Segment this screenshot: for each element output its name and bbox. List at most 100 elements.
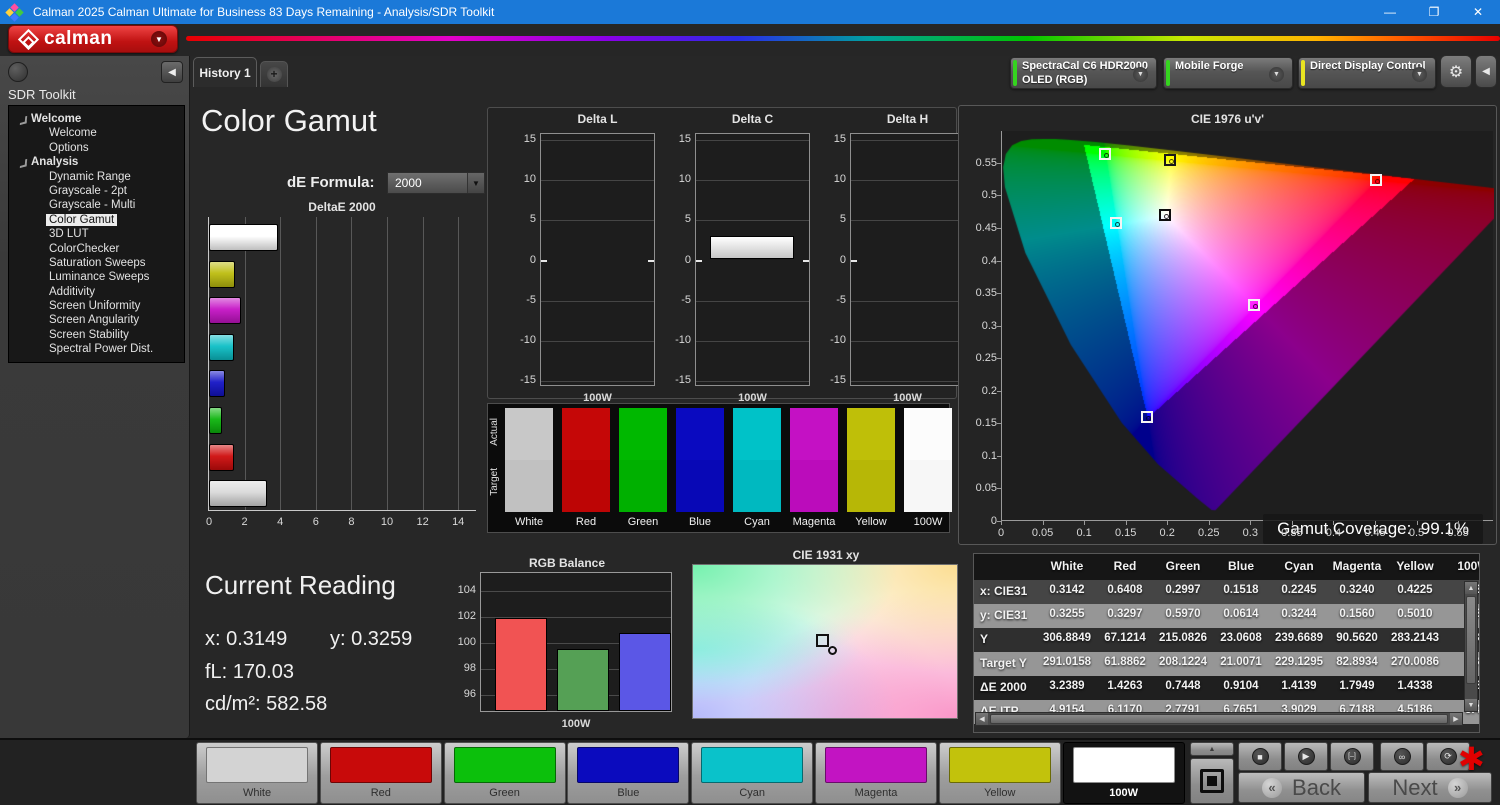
sidebar-item-options[interactable]: Options [9,141,184,155]
panel-collapse-button[interactable]: ◀ [1475,55,1497,88]
x-tick-label: 0.45 [1364,527,1386,539]
single-read-icon: [–] [1343,748,1361,765]
gridline [541,180,654,182]
patch-button-blue[interactable]: Blue [567,742,690,804]
scroll-right-arrow-icon[interactable]: ▶ [1450,713,1462,725]
y-tick-label: 0 [529,253,536,266]
swatch-target [847,460,895,512]
scroll-down-arrow-icon[interactable]: ▼ [1465,699,1477,711]
restore-button[interactable]: ❐ [1412,0,1456,24]
chart-title: CIE 1931 xy [792,548,860,562]
gridline [244,217,246,510]
minimize-button[interactable]: — [1368,0,1412,24]
swatch-actual [847,408,895,460]
scroll-thumb[interactable] [1466,596,1476,684]
add-tab-button[interactable]: + [260,61,288,87]
sidebar-item-colorchecker[interactable]: ColorChecker [9,242,184,256]
y-tick [997,228,1001,229]
gridline [851,220,964,222]
sidebar-item-spectral-power-dist-[interactable]: Spectral Power Dist. [9,342,184,356]
gridline [481,591,671,593]
patch-button-yellow[interactable]: Yellow [938,742,1061,804]
sidebar-collapse-button[interactable]: ◀ [161,61,183,83]
gridline [315,217,317,510]
x-tick-label: 0.4 [1325,527,1342,539]
sidebar-item-dynamic-range[interactable]: Dynamic Range [9,170,184,184]
expand-up-button[interactable]: ▲ [1190,742,1234,756]
source-dropdown[interactable]: Mobile Forge ▼ [1163,57,1293,89]
settings-button[interactable]: ⚙ [1440,55,1472,88]
patch-swatch [1072,747,1175,783]
sidebar-item-additivity[interactable]: Additivity [9,285,184,299]
sidebar-item-screen-stability[interactable]: Screen Stability [9,328,184,342]
chart-title: DeltaE 2000 [308,200,376,214]
meter-dropdown[interactable]: SpectraCal C6 HDR2000 OLED (RGB) ▼ [1010,57,1157,89]
scroll-thumb[interactable] [990,714,1448,724]
swatch-actual [619,408,667,460]
sidebar: ◀ SDR Toolkit Welcome Welcome Options Analy… [0,56,190,738]
calman-menu-arrow-icon: ▼ [151,31,167,47]
gamut-point-dot [1169,159,1175,164]
patch-button-magenta[interactable]: Magenta [815,742,937,804]
sidebar-item-grayscale-2pt[interactable]: Grayscale - 2pt [9,184,184,198]
sidebar-item-color-gamut[interactable]: Color Gamut [9,213,184,227]
delta-c-chart: Delta C 15 10 5 0 -5 -10 -15 100W [669,112,819,404]
sidebar-item-welcome[interactable]: Welcome [9,112,184,126]
swatch-white: White [505,408,553,528]
chart-title: Delta L [577,112,618,126]
meter-loop-button[interactable]: ∞ [1380,742,1424,771]
meter-play-button[interactable]: ▶ [1284,742,1328,771]
sidebar-item-screen-uniformity[interactable]: Screen Uniformity [9,299,184,313]
y-tick-label: 15 [833,133,846,146]
back-button[interactable]: « Back [1238,772,1365,803]
swatch-name: White [514,516,544,528]
sidebar-item-analysis[interactable]: Analysis [9,155,184,169]
display-control-dropdown[interactable]: Direct Display Control ▼ [1298,57,1436,89]
rgb-balance-chart: RGB Balance 104 102 100 98 96 100W [458,556,674,734]
patch-button-white[interactable]: White [196,742,318,804]
sidebar-item-grayscale-multi[interactable]: Grayscale - Multi [9,198,184,212]
patch-button-100w[interactable]: 100W [1062,742,1185,804]
sidebar-item-label: Welcome [31,113,82,125]
cie-1931-chart: CIE 1931 xy [692,548,960,724]
sidebar-item-screen-angularity[interactable]: Screen Angularity [9,313,184,327]
scroll-left-arrow-icon[interactable]: ◀ [976,713,988,725]
x-tick-label: 4 [277,516,284,528]
next-chevrons-icon: » [1447,777,1468,798]
pattern-window-button[interactable] [1190,758,1234,804]
sidebar-item-saturation-sweeps[interactable]: Saturation Sweeps [9,256,184,270]
calman-menu-button[interactable]: calman ▼ [8,25,178,53]
cell: 61.8862 [1104,656,1146,668]
de-formula-dropdown[interactable]: 2000 ▼ [387,172,485,194]
next-button[interactable]: Next » [1368,772,1492,803]
meter-single-read-button[interactable]: [–] [1330,742,1374,771]
gamut-point-white [1159,209,1172,222]
title-bar: Calman 2025 Calman Ultimate for Business… [0,0,1500,24]
sidebar-item-welcome[interactable]: Welcome [9,126,184,140]
delta-e-bar-cyan [209,333,235,361]
horizontal-scrollbar[interactable]: ◀ ▶ [975,712,1463,726]
x-tick-label: 10 [380,516,394,528]
patch-button-green[interactable]: Green [443,742,566,804]
cell: 0.5010 [1397,608,1433,620]
rgb-bar-blue [619,633,671,711]
scroll-up-arrow-icon[interactable]: ▲ [1465,582,1477,594]
sidebar-item-luminance-sweeps[interactable]: Luminance Sweeps [9,270,184,284]
table-row-y-cie31: y: CIE31 0.3255 0.3297 0.5970 0.0614 0.3244 0.… [974,604,1479,628]
meter-stop-button[interactable]: ■ [1238,742,1282,771]
actual-target-swatch-strip: Actual Target White Red Green Blue Cyan Magen… [487,403,952,533]
sidebar-item-3d-lut[interactable]: 3D LUT [9,227,184,241]
sidebar-pin-button[interactable] [8,62,28,82]
cell: 0.1518 [1223,584,1259,596]
zero-tick [803,259,809,262]
tab-history-1[interactable]: History 1 [193,57,257,87]
patch-button-cyan[interactable]: Cyan [691,742,814,804]
cell: 0.3142 [1049,584,1085,596]
close-button[interactable]: ✕ [1456,0,1500,24]
y-tick-label: 96 [463,687,476,700]
patch-button-red[interactable]: Red [319,742,442,804]
vertical-scrollbar[interactable]: ▲ ▼ [1464,581,1478,712]
cie-1976-plot: Gamut Coverage: 99.1% [1001,131,1494,544]
y-tick-label: 104 [457,584,476,597]
delta-h-chart: Delta H 15 10 5 0 -5 -10 -15 100W [824,112,974,404]
